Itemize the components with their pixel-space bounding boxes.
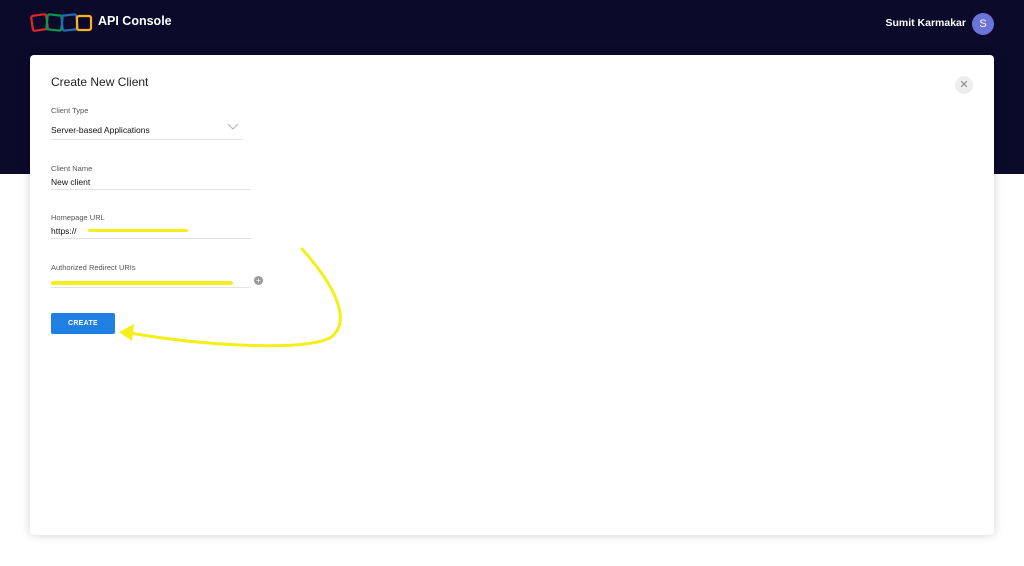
client-type-underline (51, 139, 243, 140)
homepage-url-label: Homepage URL (51, 213, 105, 222)
avatar[interactable]: S (972, 13, 994, 35)
close-button[interactable]: ✕ (955, 76, 973, 94)
create-client-dialog: Create New Client ✕ Client Type Server-b… (30, 55, 994, 535)
create-button[interactable]: CREATE (51, 313, 115, 334)
redaction-highlight (51, 281, 233, 285)
redirect-uris-label: Authorized Redirect URIs (51, 263, 136, 272)
redirect-uris-input[interactable] (51, 287, 251, 288)
client-name-underline (51, 189, 251, 190)
user-name[interactable]: Sumit Karmakar (885, 17, 966, 29)
chevron-down-icon[interactable] (227, 123, 239, 130)
client-type-select[interactable]: Server-based Applications (51, 125, 150, 135)
redaction-highlight (88, 229, 188, 232)
client-name-input[interactable]: New client (51, 177, 90, 187)
app-title: API Console (98, 14, 172, 28)
close-icon: ✕ (959, 79, 969, 91)
dialog-title: Create New Client (51, 75, 149, 89)
zoho-logo (30, 13, 93, 32)
client-name-label: Client Name (51, 164, 93, 173)
top-header: API Console Sumit Karmakar S (0, 0, 1024, 48)
homepage-url-underline (51, 238, 251, 239)
homepage-url-input[interactable]: https:// (51, 226, 77, 236)
client-type-label: Client Type (51, 106, 89, 115)
plus-circle-icon: + (256, 276, 261, 285)
add-uri-button[interactable]: + (254, 276, 263, 285)
